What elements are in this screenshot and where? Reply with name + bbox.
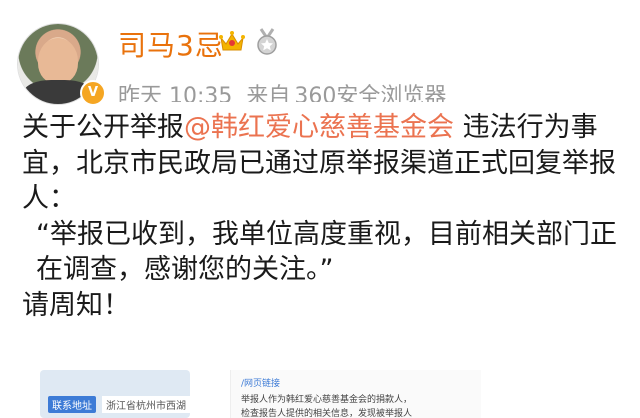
avatar-face — [38, 38, 78, 84]
document-card: /网页链接 举报人作为韩红爱心慈善基金会的捐款人， 检查报告人提供的相关信息，发… — [230, 370, 481, 418]
source-prefix: 来自 — [246, 84, 291, 102]
post-content: 关于公开举报@韩红爱心慈善基金会 违法行为事宜，北京市民政局已通过原举报渠道正式… — [22, 110, 628, 324]
post-closing: 请周知！ — [22, 289, 130, 321]
post-time[interactable]: 昨天 10:35 — [118, 84, 232, 102]
web-link: /网页链接 — [241, 379, 281, 389]
weibo-post: V 司马3忌 昨天 10:35 来自 360安全浏览器 关于公开举报@韩红爱心慈善基… — [0, 0, 640, 418]
verified-badge-icon: V — [80, 80, 106, 106]
address-value: 浙江省杭州市西湖 — [102, 396, 190, 413]
username-link[interactable]: 司马3忌 — [118, 24, 224, 64]
crown-icon[interactable] — [218, 30, 246, 54]
post-quote: “举报已收到，我单位高度重视，目前相关部门正在调查，感谢您的关注。” — [36, 218, 617, 286]
screenshot-card: 联系地址 浙江省杭州市西湖 — [40, 370, 190, 418]
attached-image-preview[interactable]: 联系地址 浙江省杭州市西湖 /网页链接 举报人作为韩红爱心慈善基金会的捐款人， … — [40, 370, 600, 418]
address-label: 联系地址 — [48, 396, 96, 413]
post-source[interactable]: 360安全浏览器 — [294, 84, 446, 102]
mention-link[interactable]: @韩红爱心慈善基金会 — [184, 112, 454, 143]
doc-line-2: 检查报告人提供的相关信息，发现被举报人 — [241, 409, 413, 418]
medal-icon[interactable] — [254, 28, 280, 56]
post-meta: 昨天 10:35 来自 360安全浏览器 — [118, 78, 460, 102]
post-paragraph: 关于公开举报@韩红爱心慈善基金会 违法行为事宜，北京市民政局已通过原举报渠道正式… — [22, 112, 616, 215]
doc-line-1: 举报人作为韩红爱心慈善基金会的捐款人， — [241, 395, 413, 405]
